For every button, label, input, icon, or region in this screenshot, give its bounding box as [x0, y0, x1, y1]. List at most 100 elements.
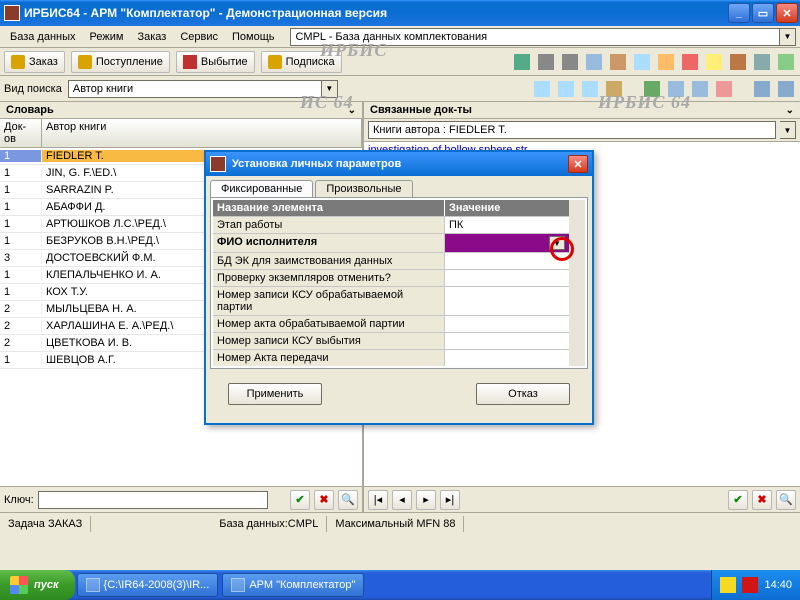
start-label: пуск: [34, 579, 59, 591]
apply-button[interactable]: Применить: [228, 383, 322, 405]
database-selector-input[interactable]: [290, 28, 780, 46]
printer-setup-icon[interactable]: [560, 52, 580, 72]
app-icon: [231, 578, 245, 592]
menu-order[interactable]: Заказ: [131, 29, 172, 45]
ico-r2-3[interactable]: [580, 79, 600, 99]
param-row[interactable]: Номер акта обрабатываемой партии: [213, 315, 569, 332]
tray-shield-icon[interactable]: [720, 577, 736, 593]
col-qty-header[interactable]: Док-ов: [0, 119, 42, 147]
ico-r2-9[interactable]: [752, 79, 772, 99]
row-qty: 2: [0, 320, 42, 332]
start-button[interactable]: пуск: [0, 570, 75, 600]
note-icon[interactable]: [704, 52, 724, 72]
order-button-label: Заказ: [29, 56, 58, 68]
binoculars-icon: 🔍: [341, 493, 355, 506]
dialog-close-button[interactable]: ✕: [568, 155, 588, 173]
tab-custom[interactable]: Произвольные: [315, 180, 412, 197]
disposal-button[interactable]: Выбытие: [176, 51, 255, 73]
collapse-icon[interactable]: ⌄: [786, 105, 794, 116]
close-button[interactable]: ✕: [776, 3, 798, 23]
doc1-icon[interactable]: [632, 52, 652, 72]
receipt-button[interactable]: Поступление: [71, 51, 170, 73]
taskbar: пуск {C:\IR64-2008(3)\IR... АРМ "Комплек…: [0, 570, 800, 600]
ico-r2-1[interactable]: [532, 79, 552, 99]
receipt-icon: [78, 55, 92, 69]
tool-extra-icon[interactable]: [776, 52, 796, 72]
ico-r2-2[interactable]: [556, 79, 576, 99]
key-find-button[interactable]: 🔍: [338, 490, 358, 510]
ico-r2-4[interactable]: [604, 79, 624, 99]
search-type-drop[interactable]: ▼: [322, 80, 338, 98]
order-button[interactable]: Заказ: [4, 51, 65, 73]
right-cancel-button[interactable]: ✖: [752, 490, 772, 510]
tray-antivirus-icon[interactable]: [742, 577, 758, 593]
nav-last-button[interactable]: ▸|: [440, 490, 460, 510]
subscription-button[interactable]: Подписка: [261, 51, 342, 73]
row-qty: 1: [0, 218, 42, 230]
param-value-cell[interactable]: ▼: [445, 234, 569, 252]
param-row[interactable]: ФИО исполнителя▼: [213, 233, 569, 252]
param-value-cell[interactable]: [445, 333, 569, 349]
col-name-header[interactable]: Автор книги: [42, 119, 362, 147]
delete-icon[interactable]: [680, 52, 700, 72]
key-label: Ключ:: [4, 494, 34, 506]
param-value-cell[interactable]: [445, 316, 569, 332]
database-selector-drop[interactable]: ▼: [780, 28, 796, 46]
row-qty: 2: [0, 337, 42, 349]
related-docs-filter[interactable]: [368, 121, 776, 139]
dialog-scrollbar[interactable]: [569, 200, 585, 366]
param-name: Номер записи КСУ обрабатываемой партии: [213, 287, 445, 315]
gear-icon[interactable]: [752, 52, 772, 72]
nav-next-button[interactable]: ▸: [416, 490, 436, 510]
maximize-button[interactable]: ▭: [752, 3, 774, 23]
nav-prev-button[interactable]: ◂: [392, 490, 412, 510]
menu-service[interactable]: Сервис: [174, 29, 224, 45]
system-tray: 14:40: [711, 570, 800, 600]
print-icon[interactable]: [536, 52, 556, 72]
menu-database[interactable]: База данных: [4, 29, 82, 45]
param-row[interactable]: Номер записи КСУ обрабатываемой партии: [213, 286, 569, 315]
ico-r2-8[interactable]: [714, 79, 734, 99]
key-cancel-button[interactable]: ✖: [314, 490, 334, 510]
taskbar-task-2[interactable]: АРМ "Комплектатор": [222, 573, 364, 597]
param-row[interactable]: Этап работыПК: [213, 216, 569, 233]
param-value-cell[interactable]: [445, 270, 569, 286]
menu-bar: База данных Режим Заказ Сервис Помощь ▼: [0, 26, 800, 48]
param-row[interactable]: Номер записи КСУ выбытия: [213, 332, 569, 349]
copy-icon[interactable]: [584, 52, 604, 72]
search-type-input[interactable]: [68, 80, 322, 98]
status-db: База данных:CMPL: [211, 516, 327, 532]
tab-fixed[interactable]: Фиксированные: [210, 180, 313, 197]
right-apply-button[interactable]: ✔: [728, 490, 748, 510]
ico-r2-6[interactable]: [666, 79, 686, 99]
param-value-cell[interactable]: [445, 350, 569, 366]
paste-icon[interactable]: [608, 52, 628, 72]
right-find-button[interactable]: 🔍: [776, 490, 796, 510]
param-value-cell[interactable]: [445, 287, 569, 315]
param-value-cell[interactable]: ПК: [445, 217, 569, 233]
menu-mode[interactable]: Режим: [84, 29, 130, 45]
ico-r2-10[interactable]: [776, 79, 796, 99]
param-value-dropdown[interactable]: ▼: [549, 236, 565, 250]
related-docs-filter-row: ▼: [364, 119, 800, 142]
key-apply-button[interactable]: ✔: [290, 490, 310, 510]
row-qty: 1: [0, 150, 42, 162]
key-input[interactable]: [38, 491, 268, 509]
cancel-button[interactable]: Отказ: [476, 383, 570, 405]
param-value-cell[interactable]: [445, 253, 569, 269]
param-row[interactable]: Номер Акта передачи: [213, 349, 569, 366]
ico-r2-5[interactable]: [642, 79, 662, 99]
nav-first-button[interactable]: |◂: [368, 490, 388, 510]
related-docs-filter-drop[interactable]: ▼: [780, 121, 796, 139]
book-icon[interactable]: [728, 52, 748, 72]
param-row[interactable]: Проверку экземпляров отменить?: [213, 269, 569, 286]
nav-first-icon[interactable]: [512, 52, 532, 72]
taskbar-task-1[interactable]: {C:\IR64-2008(3)\IR...: [77, 573, 219, 597]
collapse-icon[interactable]: ⌄: [348, 105, 356, 116]
param-row[interactable]: БД ЭК для заимствования данных: [213, 252, 569, 269]
menu-help[interactable]: Помощь: [226, 29, 281, 45]
ico-r2-7[interactable]: [690, 79, 710, 99]
minimize-button[interactable]: _: [728, 3, 750, 23]
search-row: Вид поиска ▼: [0, 76, 800, 102]
doc2-icon[interactable]: [656, 52, 676, 72]
